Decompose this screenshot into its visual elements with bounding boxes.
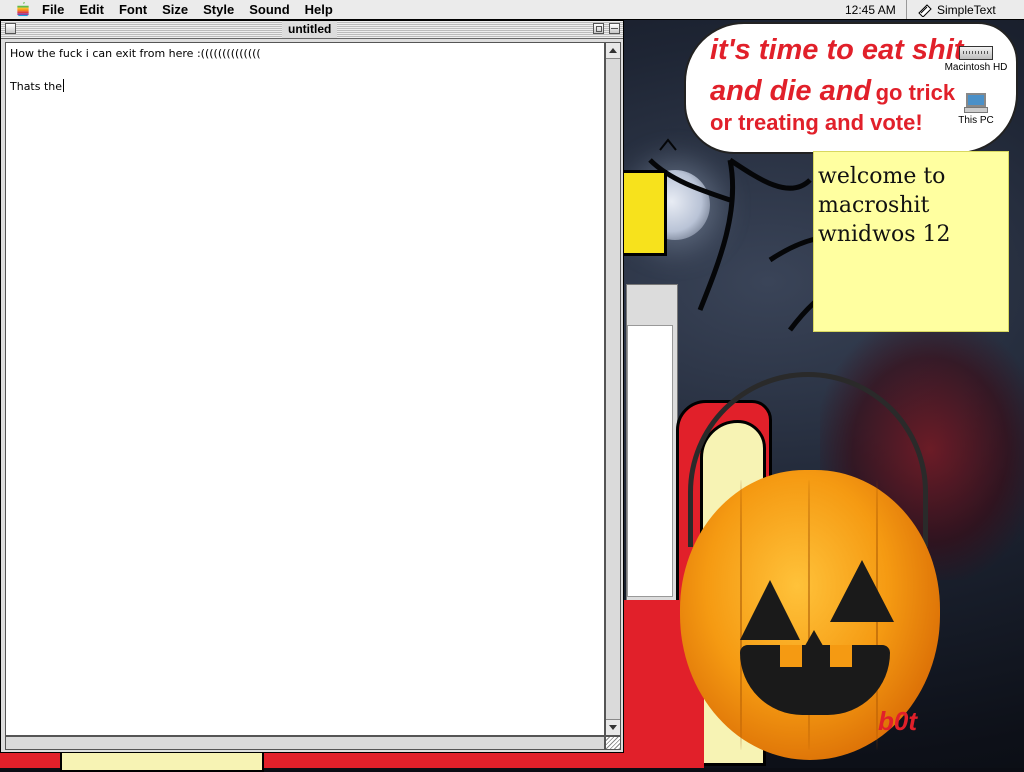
text-cursor bbox=[63, 79, 65, 92]
simpletext-app-icon bbox=[918, 3, 932, 17]
simpletext-window: untitled How the fuck i can exit from he… bbox=[0, 20, 624, 753]
apple-menu-icon[interactable] bbox=[16, 2, 30, 17]
horizontal-scrollbar[interactable] bbox=[5, 736, 605, 750]
desktop-icon-label: Macintosh HD bbox=[942, 62, 1010, 73]
vertical-scrollbar[interactable] bbox=[605, 42, 621, 736]
menu-file[interactable]: File bbox=[42, 2, 64, 17]
background-window[interactable] bbox=[626, 284, 678, 616]
text-line-content: Thats the bbox=[10, 80, 63, 93]
bubble-line-2a: and die and bbox=[710, 75, 872, 107]
collapse-box-icon[interactable] bbox=[609, 23, 620, 34]
sticky-note[interactable]: welcome to macroshit wnidwos 12 bbox=[813, 151, 1009, 332]
resize-grip-icon[interactable] bbox=[605, 736, 621, 750]
menu-edit[interactable]: Edit bbox=[79, 2, 104, 17]
menu-help[interactable]: Help bbox=[305, 2, 333, 17]
desktop-icon-this-pc[interactable]: This PC bbox=[940, 93, 1012, 126]
document-text-area[interactable]: How the fuck i can exit from here :(((((… bbox=[5, 42, 605, 736]
scroll-up-arrow-icon[interactable] bbox=[606, 43, 620, 59]
application-menu[interactable]: SimpleText bbox=[906, 0, 996, 19]
computer-icon bbox=[964, 93, 988, 113]
overlay-text: b0t bbox=[878, 706, 917, 736]
menu-clock[interactable]: 12:45 AM bbox=[845, 3, 896, 17]
menu-size[interactable]: Size bbox=[162, 2, 188, 17]
hard-drive-icon bbox=[959, 46, 993, 60]
menu-font[interactable]: Font bbox=[119, 2, 147, 17]
cartoon-figure-yellow bbox=[624, 170, 667, 256]
menu-style[interactable]: Style bbox=[203, 2, 234, 17]
desktop-icon-label: This PC bbox=[956, 115, 996, 126]
active-app-name: SimpleText bbox=[937, 2, 996, 17]
window-title-bar[interactable]: untitled bbox=[1, 21, 623, 39]
text-line bbox=[10, 63, 600, 79]
scroll-down-arrow-icon[interactable] bbox=[606, 719, 620, 735]
desktop-icon-macintosh-hd[interactable]: Macintosh HD bbox=[940, 46, 1012, 73]
window-title: untitled bbox=[282, 21, 338, 38]
menu-sound[interactable]: Sound bbox=[249, 2, 289, 17]
zoom-box-icon[interactable] bbox=[593, 23, 604, 34]
menu-bar: File Edit Font Size Style Sound Help 12:… bbox=[0, 0, 1024, 20]
text-line-current: Thats the bbox=[10, 79, 600, 95]
text-line: How the fuck i can exit from here :(((((… bbox=[10, 47, 261, 60]
close-box-icon[interactable] bbox=[5, 23, 16, 34]
